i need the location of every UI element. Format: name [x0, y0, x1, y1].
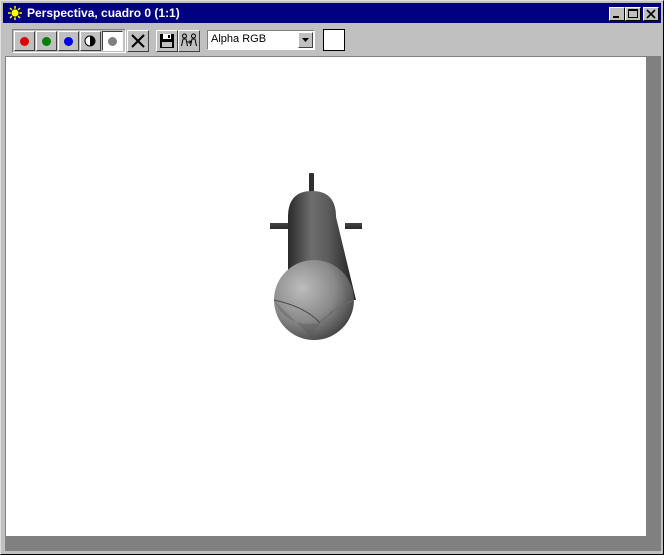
- vertical-scrollbar[interactable]: [646, 56, 661, 536]
- green-dot-icon: [42, 37, 51, 46]
- render-window: Perspectiva, cuadro 0 (1:1) Alpha RGB: [0, 0, 664, 555]
- rendered-cylinder: [270, 173, 362, 340]
- maximize-button[interactable]: [625, 7, 641, 21]
- floppy-disk-icon: [160, 34, 174, 48]
- sun-icon[interactable]: [7, 5, 23, 21]
- red-dot-icon: [20, 37, 29, 46]
- alpha-channel-button[interactable]: [80, 31, 101, 51]
- render-viewport[interactable]: [5, 56, 646, 536]
- maximize-icon: [628, 9, 638, 18]
- minimize-button[interactable]: [609, 7, 625, 21]
- red-channel-button[interactable]: [14, 31, 35, 51]
- channel-select-dropdown[interactable]: [298, 32, 313, 48]
- x-icon: [131, 34, 145, 48]
- gray-dot-icon: [108, 37, 117, 46]
- toolbar: Alpha RGB: [3, 25, 661, 55]
- save-button[interactable]: [156, 30, 178, 52]
- close-button[interactable]: [643, 7, 659, 21]
- window-title: Perspectiva, cuadro 0 (1:1): [27, 6, 180, 20]
- channel-select[interactable]: Alpha RGB: [207, 30, 315, 50]
- blue-dot-icon: [64, 37, 73, 46]
- title-bar[interactable]: Perspectiva, cuadro 0 (1:1): [3, 3, 661, 23]
- mono-channel-button[interactable]: [102, 31, 123, 51]
- horizontal-scrollbar[interactable]: [5, 536, 661, 551]
- color-swatch[interactable]: [323, 29, 345, 51]
- blue-channel-button[interactable]: [58, 31, 79, 51]
- chevron-down-icon: [302, 38, 309, 42]
- close-icon: [646, 9, 656, 19]
- clone-button[interactable]: [178, 30, 200, 52]
- minimize-icon: [613, 16, 619, 18]
- clone-icon: [181, 33, 197, 47]
- channel-select-value: Alpha RGB: [211, 33, 267, 45]
- channel-buttons: [12, 29, 126, 53]
- green-channel-button[interactable]: [36, 31, 57, 51]
- half-circle-icon: [84, 35, 96, 47]
- clear-button[interactable]: [127, 30, 149, 52]
